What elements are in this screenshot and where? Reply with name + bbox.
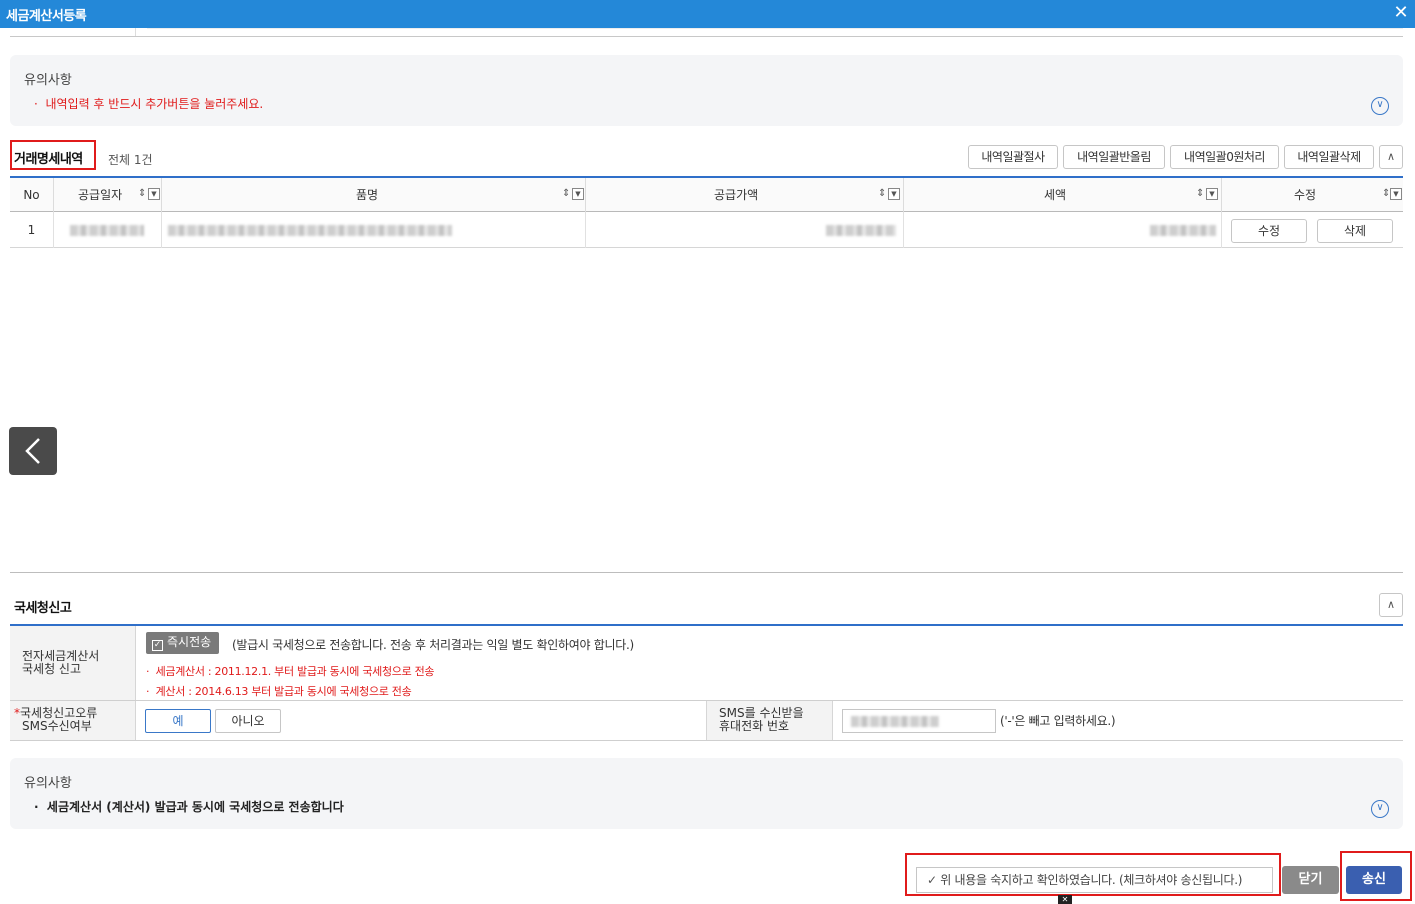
form-row: *국세청신고오류 SMS수신여부 예 아니오 SMS를 수신받을 휴대전화 번호 … — [10, 701, 1403, 741]
bulk-zero-button[interactable]: 내역일괄0원처리 — [1170, 145, 1279, 169]
notice-item: · 내역입력 후 반드시 추가버튼을 눌러주세요. — [34, 97, 264, 111]
sort-icon[interactable]: ⇕ — [562, 188, 570, 200]
section-title: 거래명세내역 — [14, 152, 83, 167]
item-name-cell — [162, 212, 586, 248]
filter-icon[interactable]: ▼ — [572, 188, 584, 200]
delete-row-button[interactable]: 삭제 — [1317, 219, 1393, 243]
section-title: 국세청신고 — [14, 601, 72, 616]
nts-note: · 계산서 : 2014.6.13 부터 발급과 동시에 국세청으로 전송 — [146, 685, 412, 698]
chevron-left-icon[interactable] — [9, 427, 57, 475]
divider — [10, 36, 1403, 37]
notice-item: · 세금계산서 (계산서) 발급과 동시에 국세청으로 전송합니다 — [34, 800, 344, 814]
row-number: 1 — [10, 212, 54, 248]
notice-title: 유의사항 — [24, 776, 72, 791]
filter-icon[interactable]: ▼ — [1390, 188, 1402, 200]
checkbox-icon: ✓ — [152, 640, 163, 651]
column-header[interactable]: 세액 ⇕ ▼ — [904, 178, 1222, 212]
bulk-round-button[interactable]: 내역일괄반올림 — [1063, 145, 1165, 169]
form-row: 전자세금계산서 국세청 신고 ✓ 즉시전송 (발급시 국세청으로 전송합니다. 전송… — [10, 626, 1403, 701]
column-header[interactable]: 공급일자 ⇕ ▼ — [54, 178, 162, 212]
column-header[interactable]: 공급가액 ⇕ ▼ — [586, 178, 904, 212]
field-label: *국세청신고오류 SMS수신여부 — [10, 701, 136, 740]
window-titlebar: 세금계산서등록 ✕ — [0, 0, 1415, 28]
field-label: SMS를 수신받을 휴대전화 번호 — [706, 701, 833, 740]
table-row[interactable]: 1 수정 삭제 — [10, 212, 1403, 248]
tax-amount-cell — [904, 212, 1222, 248]
grid-header: No 공급일자 ⇕ ▼ 품명 ⇕ ▼ 공급가액 ⇕ ▼ 세액 ⇕ ▼ 수정 ⇕ … — [10, 176, 1403, 212]
check-icon: ✓ — [927, 873, 937, 887]
column-header[interactable]: No — [10, 178, 54, 212]
confirm-checkbox[interactable]: ✓ 위 내용을 숙지하고 확인하였습니다. (체크하셔야 송신됩니다.) — [916, 867, 1273, 893]
notice-box: 유의사항 · 세금계산서 (계산서) 발급과 동시에 국세청으로 전송합니다 ∨ — [10, 758, 1403, 829]
instant-send-checkbox[interactable]: ✓ 즉시전송 — [146, 632, 220, 654]
chevron-down-icon[interactable]: ∨ — [1371, 97, 1389, 115]
sort-icon[interactable]: ⇕ — [1196, 188, 1204, 200]
sort-icon[interactable]: ⇕ — [878, 188, 886, 200]
filter-icon[interactable]: ▼ — [148, 188, 160, 200]
nts-form: 전자세금계산서 국세청 신고 ✓ 즉시전송 (발급시 국세청으로 전송합니다. 전송… — [10, 624, 1403, 741]
close-icon[interactable]: ✕ — [1058, 895, 1072, 904]
close-button[interactable]: 닫기 — [1282, 866, 1339, 894]
filter-icon[interactable]: ▼ — [1206, 188, 1218, 200]
divider — [10, 572, 1403, 573]
send-button[interactable]: 송신 — [1346, 866, 1402, 894]
column-header[interactable]: 품명 ⇕ ▼ — [162, 178, 586, 212]
bulk-delete-button[interactable]: 내역일괄삭제 — [1284, 145, 1374, 169]
instant-send-description: (발급시 국세청으로 전송합니다. 전송 후 처리결과는 익일 별도 확인하여야… — [232, 638, 634, 652]
sort-icon[interactable]: ⇕ — [138, 188, 146, 200]
supply-date-cell — [54, 212, 162, 248]
chevron-down-icon[interactable]: ∨ — [1371, 800, 1389, 818]
sms-yes-option[interactable]: 예 — [145, 709, 211, 733]
window-title: 세금계산서등록 — [6, 9, 87, 24]
filter-icon[interactable]: ▼ — [888, 188, 900, 200]
divider — [135, 28, 136, 36]
sms-no-option[interactable]: 아니오 — [215, 709, 281, 733]
chevron-up-icon[interactable]: ∧ — [1379, 593, 1403, 617]
edit-row-button[interactable]: 수정 — [1231, 219, 1307, 243]
column-header[interactable]: 수정 ⇕ ▼ — [1222, 178, 1403, 212]
notice-title: 유의사항 — [24, 73, 72, 88]
phone-number-input[interactable] — [842, 709, 996, 733]
chevron-up-icon[interactable]: ∧ — [1379, 145, 1403, 169]
close-icon[interactable]: ✕ — [1391, 2, 1411, 24]
nts-note: · 세금계산서 : 2011.12.1. 부터 발급과 동시에 국세청으로 전송 — [146, 665, 435, 678]
action-cell: 수정 삭제 — [1222, 212, 1403, 248]
field-label: 전자세금계산서 국세청 신고 — [10, 626, 136, 700]
record-count: 전체 1건 — [108, 153, 153, 167]
supply-amount-cell — [586, 212, 904, 248]
bulk-truncate-button[interactable]: 내역일괄절사 — [968, 145, 1058, 169]
divider — [147, 28, 1403, 29]
notice-box: 유의사항 · 내역입력 후 반드시 추가버튼을 눌러주세요. ∨ — [10, 55, 1403, 126]
phone-hint: ('-'은 빼고 입력하세요.) — [1000, 714, 1116, 728]
